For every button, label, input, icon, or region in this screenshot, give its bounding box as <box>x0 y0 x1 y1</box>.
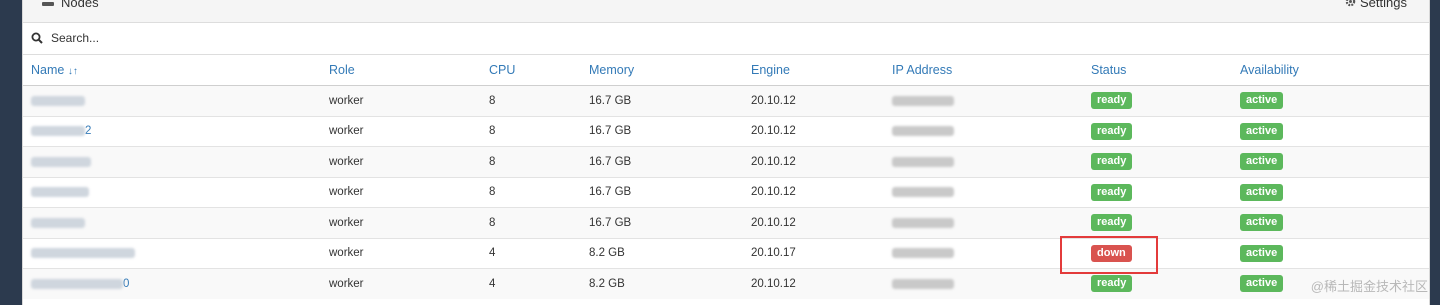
status-badge: ready <box>1091 92 1133 110</box>
node-engine: 20.10.12 <box>751 115 892 147</box>
table-row: 0 worker 4 8.2 GB 20.10.12 ready active <box>23 268 1429 299</box>
node-role: worker <box>329 176 489 208</box>
node-cpu: 8 <box>489 207 589 238</box>
settings-link[interactable]: Settings <box>1345 0 1407 10</box>
gear-icon <box>1345 0 1356 10</box>
server-icon <box>41 0 55 10</box>
node-memory: 16.7 GB <box>589 146 751 177</box>
node-cpu: 8 <box>489 146 589 177</box>
status-badge: ready <box>1091 122 1133 140</box>
node-name-link[interactable] <box>23 85 329 116</box>
node-cpu: 8 <box>489 115 589 147</box>
availability-badge: active <box>1240 214 1284 232</box>
node-status: ready <box>1091 146 1240 177</box>
node-name-link[interactable] <box>23 146 329 177</box>
status-badge: down <box>1091 244 1132 262</box>
node-status: ready <box>1091 268 1240 299</box>
search-icon <box>31 32 43 44</box>
node-availability: active <box>1240 207 1429 238</box>
node-memory: 16.7 GB <box>589 115 751 147</box>
col-header-availability[interactable]: Availability <box>1240 55 1429 86</box>
node-memory: 8.2 GB <box>589 237 751 269</box>
availability-badge: active <box>1240 244 1284 262</box>
node-role: worker <box>329 268 489 299</box>
table-row: worker 8 16.7 GB 20.10.12 ready active <box>23 85 1429 116</box>
node-name-link[interactable] <box>23 207 329 238</box>
table-row: worker 8 16.7 GB 20.10.12 ready active <box>23 146 1429 177</box>
availability-badge: active <box>1240 92 1284 110</box>
col-header-role[interactable]: Role <box>329 55 489 86</box>
col-header-status[interactable]: Status <box>1091 55 1240 86</box>
panel-title: Nodes <box>41 0 99 10</box>
nodes-table: Name ↓↑ Role CPU Memory Engine IP Addres… <box>23 55 1429 299</box>
node-memory: 16.7 GB <box>589 176 751 208</box>
availability-badge: active <box>1240 153 1284 171</box>
node-ip <box>892 146 1091 177</box>
node-role: worker <box>329 207 489 238</box>
availability-badge: active <box>1240 275 1284 293</box>
table-row: worker 4 8.2 GB 20.10.17 down active <box>23 237 1429 269</box>
node-engine: 20.10.17 <box>751 237 892 269</box>
table-header-row: Name ↓↑ Role CPU Memory Engine IP Addres… <box>23 55 1429 86</box>
node-memory: 16.7 GB <box>589 207 751 238</box>
search-bar <box>23 22 1429 55</box>
node-cpu: 8 <box>489 85 589 116</box>
node-availability: active <box>1240 237 1429 269</box>
node-engine: 20.10.12 <box>751 146 892 177</box>
table-row: 2 worker 8 16.7 GB 20.10.12 ready active <box>23 115 1429 147</box>
node-engine: 20.10.12 <box>751 85 892 116</box>
node-status: ready <box>1091 85 1240 116</box>
table-row: worker 8 16.7 GB 20.10.12 ready active <box>23 207 1429 238</box>
panel-header: Nodes Settings <box>23 0 1429 23</box>
node-name-link[interactable] <box>23 176 329 208</box>
col-header-engine[interactable]: Engine <box>751 55 892 86</box>
node-ip <box>892 85 1091 116</box>
table-row: worker 8 16.7 GB 20.10.12 ready active <box>23 176 1429 208</box>
panel-title-text: Nodes <box>61 0 99 10</box>
watermark: @稀土掘金技术社区 <box>1310 279 1428 294</box>
availability-badge: active <box>1240 122 1284 140</box>
nodes-panel: Nodes Settings Name ↓↑ Role CPU Memory E… <box>22 0 1430 305</box>
node-availability: active <box>1240 115 1429 147</box>
status-badge: ready <box>1091 183 1133 201</box>
node-ip <box>892 207 1091 238</box>
node-availability: active <box>1240 146 1429 177</box>
node-ip <box>892 268 1091 299</box>
col-header-memory[interactable]: Memory <box>589 55 751 86</box>
node-status: down <box>1091 237 1240 269</box>
node-availability: active <box>1240 85 1429 116</box>
status-badge: ready <box>1091 153 1133 171</box>
node-ip <box>892 176 1091 208</box>
col-header-ip[interactable]: IP Address <box>892 55 1091 86</box>
node-name-link[interactable] <box>23 237 329 269</box>
col-header-cpu[interactable]: CPU <box>489 55 589 86</box>
sort-icon: ↓↑ <box>67 66 78 77</box>
node-status: ready <box>1091 207 1240 238</box>
node-role: worker <box>329 146 489 177</box>
node-ip <box>892 237 1091 269</box>
node-memory: 16.7 GB <box>589 85 751 116</box>
node-memory: 8.2 GB <box>589 268 751 299</box>
search-input[interactable] <box>49 30 653 46</box>
node-name-link[interactable]: 0 <box>23 268 329 299</box>
node-availability: active <box>1240 176 1429 208</box>
node-engine: 20.10.12 <box>751 207 892 238</box>
node-cpu: 8 <box>489 176 589 208</box>
status-badge: ready <box>1091 214 1133 232</box>
node-engine: 20.10.12 <box>751 268 892 299</box>
node-ip <box>892 115 1091 147</box>
settings-label: Settings <box>1360 0 1407 10</box>
node-cpu: 4 <box>489 237 589 269</box>
col-header-name[interactable]: Name ↓↑ <box>23 55 329 86</box>
node-cpu: 4 <box>489 268 589 299</box>
node-role: worker <box>329 237 489 269</box>
availability-badge: active <box>1240 183 1284 201</box>
node-status: ready <box>1091 176 1240 208</box>
node-role: worker <box>329 85 489 116</box>
node-engine: 20.10.12 <box>751 176 892 208</box>
node-name-link[interactable]: 2 <box>23 115 329 147</box>
node-role: worker <box>329 115 489 147</box>
node-status: ready <box>1091 115 1240 147</box>
status-badge: ready <box>1091 275 1133 293</box>
